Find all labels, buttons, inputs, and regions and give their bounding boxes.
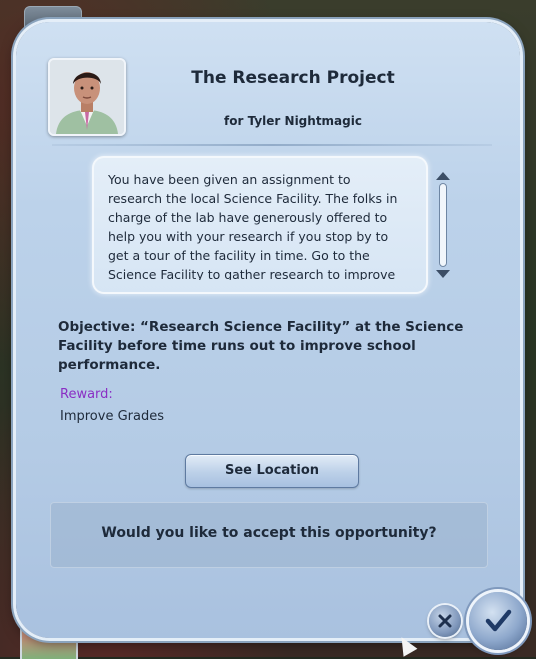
accept-button[interactable] — [469, 592, 527, 650]
dialog-title: The Research Project — [191, 68, 395, 88]
dialog-subtitle: for Tyler Nightmagic — [224, 114, 362, 128]
question-box: Would you like to accept this opportunit… — [50, 502, 488, 568]
sim-portrait — [48, 58, 126, 136]
triangle-up-icon[interactable] — [436, 172, 450, 180]
description-scrollbar[interactable] — [436, 172, 450, 278]
checkmark-icon — [485, 609, 512, 632]
scroll-track[interactable] — [439, 183, 447, 267]
question-text: Would you like to accept this opportunit… — [101, 525, 437, 541]
see-location-button[interactable]: See Location — [185, 454, 359, 488]
opportunity-dialog: The Research Project for Tyler Nightmagi… — [16, 22, 527, 650]
reward-value: Improve Grades — [60, 409, 164, 424]
reward-label: Reward: — [60, 387, 113, 402]
portrait-image — [50, 60, 124, 134]
header-divider — [52, 144, 492, 146]
triangle-down-icon[interactable] — [436, 270, 450, 278]
description-text: You have been given an assignment to res… — [108, 172, 398, 280]
decline-button[interactable] — [429, 605, 461, 637]
description-box: You have been given an assignment to res… — [92, 156, 428, 294]
description-viewport[interactable]: You have been given an assignment to res… — [108, 170, 404, 280]
close-icon — [438, 614, 452, 628]
objective-text: Objective: “Research Science Facility” a… — [58, 319, 464, 373]
